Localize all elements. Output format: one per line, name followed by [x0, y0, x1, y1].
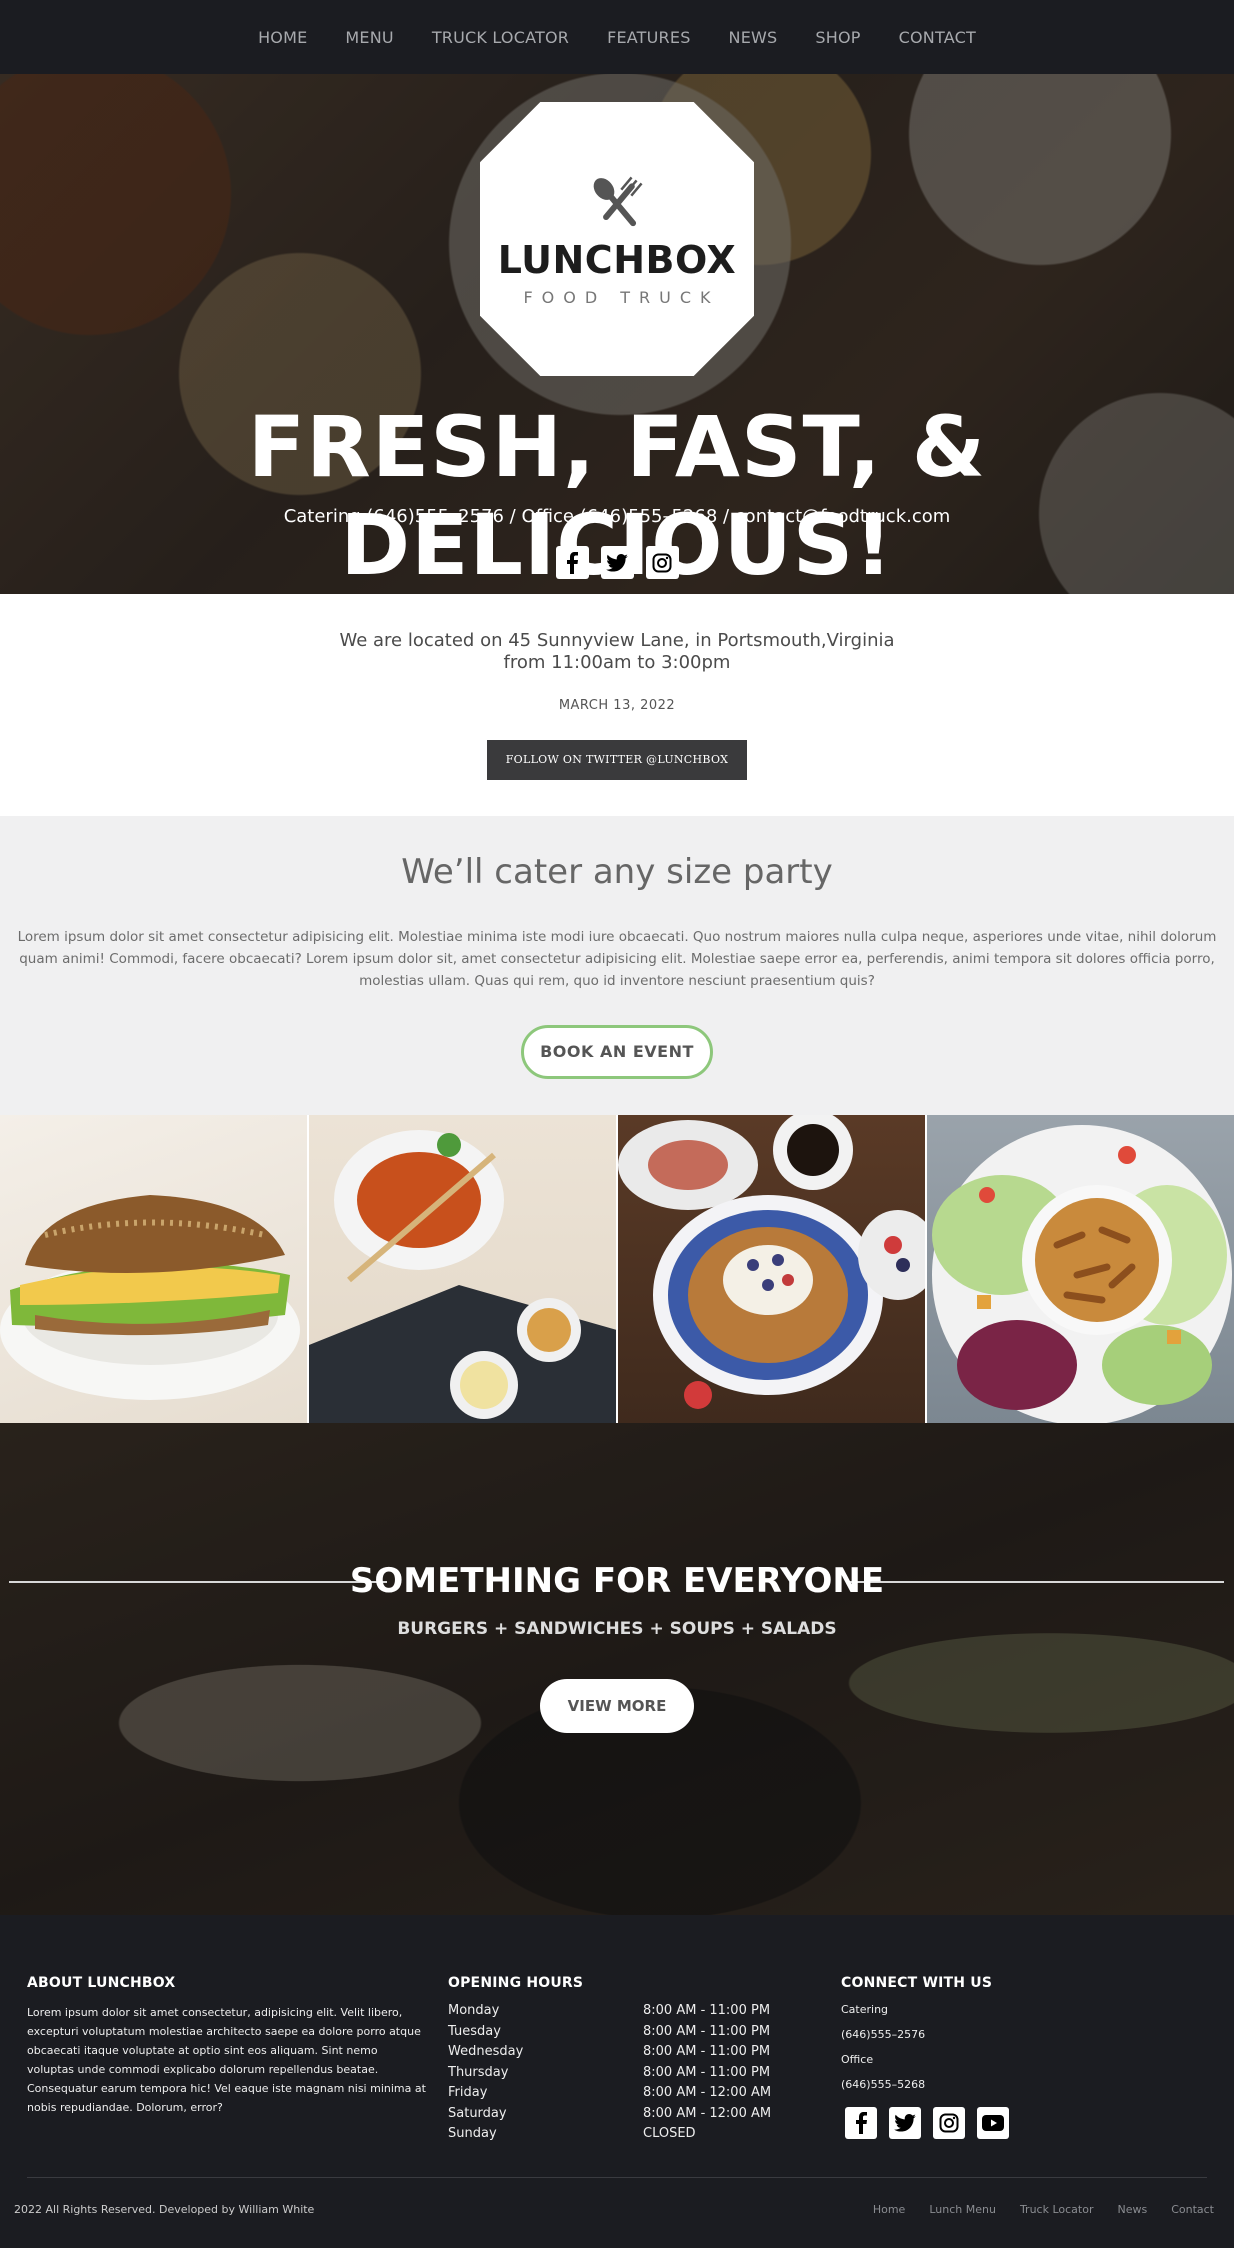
hours-day: Sunday [448, 2126, 497, 2141]
follow-twitter-button[interactable]: FOLLOW ON TWITTER @LUNCHBOX [487, 740, 747, 780]
footer-links: Home Lunch Menu Truck Locator News Conta… [873, 2203, 1214, 2216]
footer-link-home[interactable]: Home [873, 2203, 905, 2216]
hero-contact-line: Catering (646)555–2576 / Office (646)555… [283, 506, 951, 527]
cater-title: We’ll cater any size party [401, 852, 833, 892]
about-text: Lorem ipsum dolor sit amet consectetur, … [27, 2006, 426, 2114]
hero-social-icons [0, 546, 1234, 579]
nav-home[interactable]: HOME [258, 28, 307, 47]
hours-time: 8:00 AM - 11:00 PM [643, 2044, 771, 2059]
gallery-soup-image [309, 1115, 616, 1423]
hours-row: Thursday 8:00 AM - 11:00 PM [448, 2065, 788, 2086]
hero-banner: LUNCHBOX FOOD TRUCK FRESH, FAST, & DELIC… [0, 74, 1234, 594]
hours-heading: OPENING HOURS [448, 1975, 584, 1991]
footer-link-news[interactable]: News [1117, 2203, 1147, 2216]
view-more-button[interactable]: VIEW MORE [540, 1679, 694, 1733]
office-phone[interactable]: (646)555–5268 [841, 2078, 925, 2091]
hours-day: Tuesday [448, 2023, 501, 2039]
gallery-sandwich-image [0, 1115, 307, 1423]
hours-time: 8:00 AM - 12:00 AM [643, 2085, 772, 2100]
hours-time: 8:00 AM - 11:00 PM [643, 2064, 771, 2080]
spoon-fork-icon [593, 176, 643, 227]
facebook-icon[interactable] [845, 2107, 877, 2139]
nav-menu[interactable]: MENU [345, 28, 393, 47]
logo-brand: LUNCHBOX [497, 238, 737, 282]
office-label: Office [841, 2053, 874, 2066]
site-footer: ABOUT LUNCHBOX Lorem ipsum dolor sit ame… [0, 1915, 1234, 2248]
footer-social-icons [845, 2107, 1009, 2139]
hours-day: Wednesday [448, 2044, 524, 2059]
promo-subtitle: BURGERS + SANDWICHES + SOUPS + SALADS [397, 1619, 837, 1639]
nav-contact[interactable]: CONTACT [899, 28, 976, 47]
hours-row: Saturday 8:00 AM - 12:00 AM [448, 2106, 788, 2127]
footer-divider [27, 2177, 1207, 2178]
nav-truck-locator[interactable]: TRUCK LOCATOR [432, 28, 569, 47]
location-hours: from 11:00am to 3:00pm [503, 652, 731, 673]
lunchbox-logo[interactable]: LUNCHBOX FOOD TRUCK [480, 102, 754, 376]
cater-section: We’ll cater any size party Lorem ipsum d… [0, 816, 1234, 1115]
hours-row: Tuesday 8:00 AM - 11:00 PM [448, 2024, 788, 2045]
hours-day: Monday [448, 2003, 500, 2018]
hours-row: Sunday CLOSED [448, 2126, 788, 2147]
catering-label: Catering [841, 2003, 889, 2016]
logo-tagline: FOOD TRUCK [523, 288, 720, 307]
nav-features[interactable]: FEATURES [607, 28, 690, 47]
promo-title: SOMETHING FOR EVERYONE [349, 1561, 885, 1601]
about-heading: ABOUT LUNCHBOX [27, 1975, 176, 1991]
hours-time: 8:00 AM - 12:00 AM [643, 2105, 772, 2121]
footer-link-contact[interactable]: Contact [1171, 2203, 1214, 2216]
footer-link-lunch-menu[interactable]: Lunch Menu [929, 2203, 996, 2216]
footer-link-truck-locator[interactable]: Truck Locator [1020, 2203, 1094, 2216]
hours-row: Friday 8:00 AM - 12:00 AM [448, 2085, 788, 2106]
catering-phone[interactable]: (646)555–2576 [841, 2028, 925, 2041]
food-gallery [0, 1115, 1234, 1423]
hours-time: CLOSED [643, 2126, 696, 2141]
twitter-icon[interactable] [889, 2107, 921, 2139]
hours-row: Wednesday 8:00 AM - 11:00 PM [448, 2044, 788, 2065]
opening-hours-table: Monday 8:00 AM - 11:00 PM Tuesday 8:00 AM … [448, 2003, 788, 2147]
location-address: We are located on 45 Sunnyview Lane, in … [339, 630, 895, 651]
menu-promo-section: SOMETHING FOR EVERYONE BURGERS + SANDWIC… [0, 1423, 1234, 1915]
copyright-text: 2022 All Rights Reserved. Developed by W… [14, 2203, 315, 2216]
location-section: We are located on 45 Sunnyview Lane, in … [0, 594, 1234, 816]
book-event-button[interactable]: BOOK AN EVENT [521, 1025, 713, 1079]
gallery-waffle-image [618, 1115, 925, 1423]
instagram-icon[interactable] [645, 546, 679, 579]
youtube-icon[interactable] [977, 2107, 1009, 2139]
hours-day: Thursday [448, 2064, 509, 2080]
instagram-icon[interactable] [933, 2107, 965, 2139]
facebook-icon[interactable] [555, 546, 589, 579]
hours-row: Monday 8:00 AM - 11:00 PM [448, 2003, 788, 2024]
nav-shop[interactable]: SHOP [815, 28, 860, 47]
hours-day: Saturday [448, 2105, 507, 2121]
gallery-salad-image [927, 1115, 1234, 1423]
top-navigation: HOME MENU TRUCK LOCATOR FEATURES NEWS SH… [0, 0, 1234, 74]
hours-time: 8:00 AM - 11:00 PM [643, 2003, 771, 2018]
connect-heading: CONNECT WITH US [841, 1975, 993, 1991]
hours-day: Friday [448, 2085, 488, 2100]
cater-description: Lorem ipsum dolor sit amet consectetur a… [17, 929, 1217, 989]
location-date: MARCH 13, 2022 [558, 698, 676, 713]
nav-news[interactable]: NEWS [729, 28, 778, 47]
twitter-icon[interactable] [600, 546, 634, 579]
hours-time: 8:00 AM - 11:00 PM [643, 2023, 771, 2039]
